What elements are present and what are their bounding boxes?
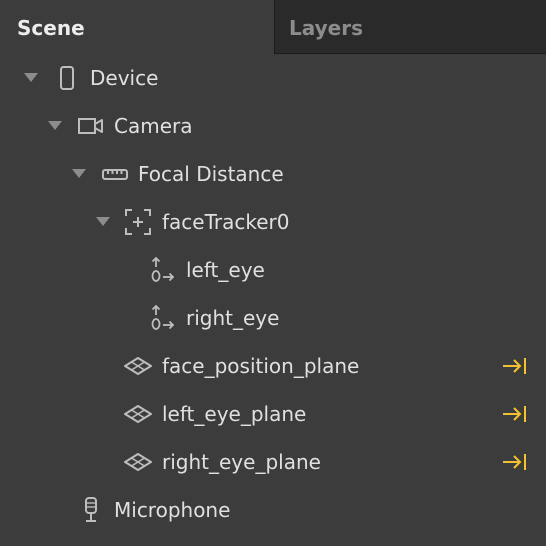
tree-item-face-tracker[interactable]: faceTracker0 bbox=[0, 198, 546, 246]
tree-item-label: face_position_plane bbox=[162, 354, 360, 378]
tree-item-label: faceTracker0 bbox=[162, 210, 290, 234]
expand-arrow-icon[interactable] bbox=[72, 169, 86, 178]
expand-arrow-icon[interactable] bbox=[96, 217, 110, 226]
tree-item-label: Microphone bbox=[114, 498, 231, 522]
link-arrow-icon[interactable] bbox=[502, 404, 528, 424]
ruler-icon bbox=[102, 162, 128, 186]
camera-icon bbox=[78, 114, 104, 138]
tree-item-label: right_eye bbox=[186, 306, 280, 330]
tree-item-label: Device bbox=[90, 66, 159, 90]
microphone-icon bbox=[78, 496, 104, 522]
scene-panel: Scene Layers Device Camera Focal Distanc… bbox=[0, 0, 546, 546]
tree-item-focal-distance[interactable]: Focal Distance bbox=[0, 150, 546, 198]
null-object-icon bbox=[150, 256, 176, 282]
tree-item-label: Focal Distance bbox=[138, 162, 284, 186]
face-tracker-icon bbox=[125, 209, 151, 235]
tab-scene[interactable]: Scene bbox=[0, 0, 274, 54]
link-arrow-icon[interactable] bbox=[502, 356, 528, 376]
tree-item-label: right_eye_plane bbox=[162, 450, 321, 474]
tree-item-left-eye-plane[interactable]: left_eye_plane bbox=[0, 390, 546, 438]
tree-item-right-eye-plane[interactable]: right_eye_plane bbox=[0, 438, 546, 486]
plane-icon bbox=[124, 354, 152, 378]
tree-item-device[interactable]: Device bbox=[0, 54, 546, 102]
tree-item-face-position-plane[interactable]: face_position_plane bbox=[0, 342, 546, 390]
expand-arrow-icon[interactable] bbox=[24, 73, 38, 82]
link-arrow-icon[interactable] bbox=[502, 452, 528, 472]
tree-item-microphone[interactable]: Microphone bbox=[0, 486, 546, 534]
tree-item-camera[interactable]: Camera bbox=[0, 102, 546, 150]
tree-item-right-eye[interactable]: right_eye bbox=[0, 294, 546, 342]
expand-arrow-icon[interactable] bbox=[48, 121, 62, 130]
tree-item-label: Camera bbox=[114, 114, 193, 138]
tab-layers[interactable]: Layers bbox=[274, 0, 546, 54]
phone-icon bbox=[54, 66, 80, 90]
null-object-icon bbox=[150, 304, 176, 330]
tree-item-label: left_eye bbox=[186, 258, 265, 282]
plane-icon bbox=[124, 450, 152, 474]
plane-icon bbox=[124, 402, 152, 426]
tree-item-label: left_eye_plane bbox=[162, 402, 307, 426]
tree-item-left-eye[interactable]: left_eye bbox=[0, 246, 546, 294]
tab-bar: Scene Layers bbox=[0, 0, 546, 54]
